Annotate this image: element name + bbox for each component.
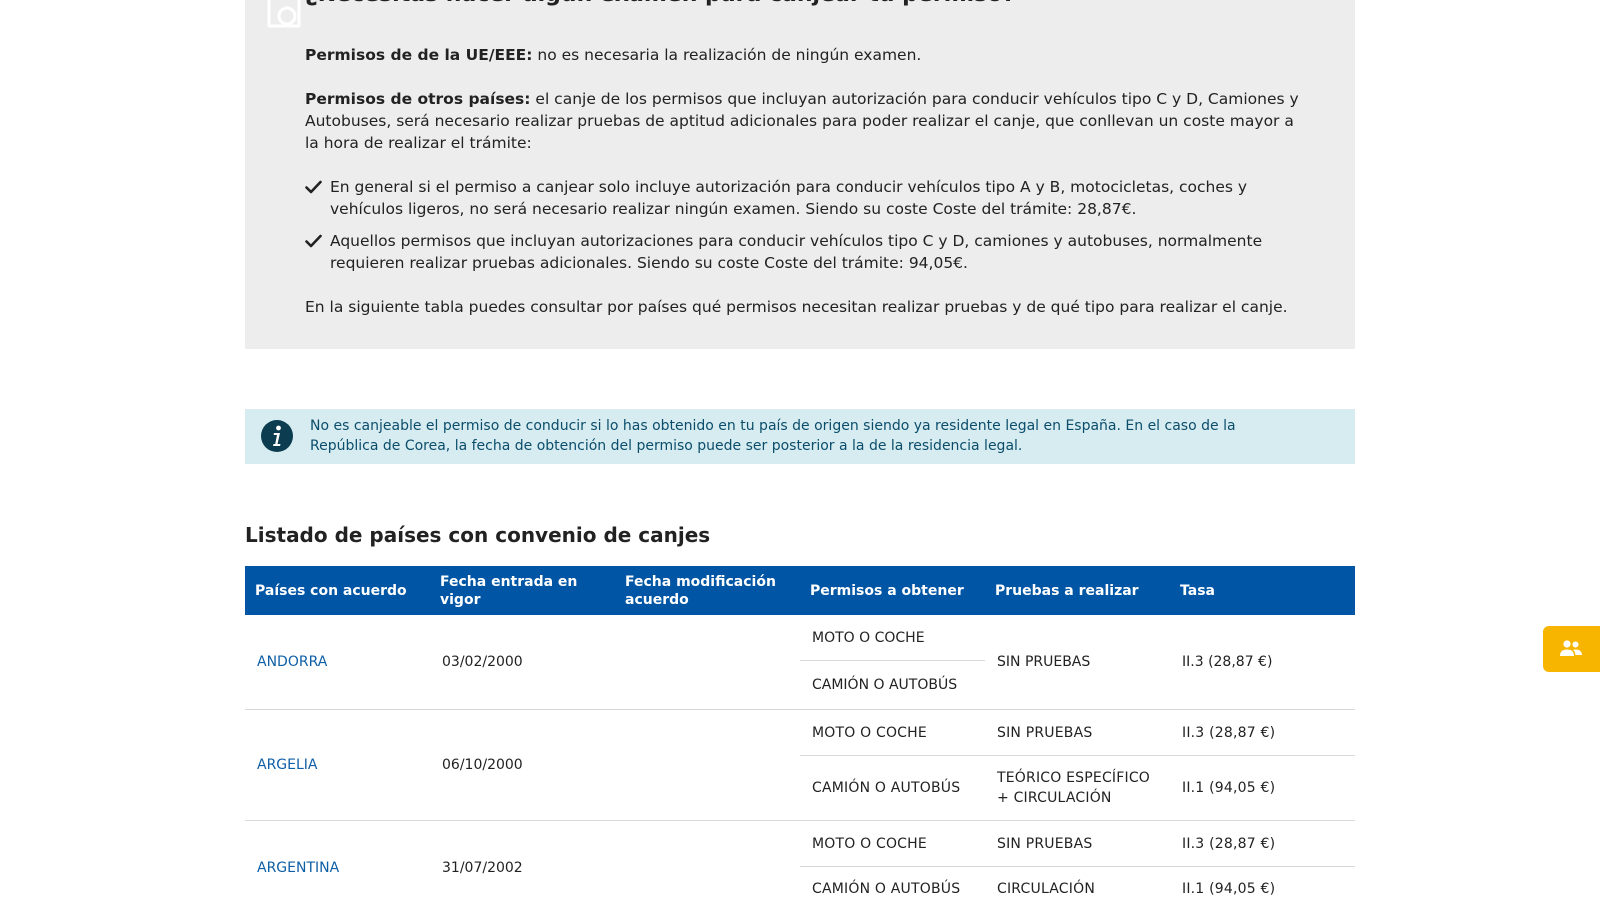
permit-cell: MOTO O COCHE (812, 835, 927, 852)
table-intro-paragraph: En la siguiente tabla puedes consultar p… (305, 298, 1288, 316)
fee-cell: II.1 (94,05 €) (1182, 779, 1276, 796)
info-icon (261, 420, 293, 452)
date-in-force-cell: 03/02/2000 (442, 654, 523, 670)
fee-cell: II.3 (28,87 €) (1182, 835, 1276, 852)
fee-cell: II.3 (28,87 €) (1182, 654, 1273, 670)
fee-cell: II.3 (28,87 €) (1182, 724, 1276, 741)
country-cell: ANDORRA (245, 615, 430, 709)
permit-cell: MOTO O COCHE (800, 615, 985, 661)
other-permits-label: Permisos de otros países: (305, 90, 531, 108)
date-modified-cell (615, 615, 800, 709)
floating-contact-tab[interactable] (1543, 626, 1600, 672)
eu-permits-label: Permisos de de la UE/EEE: (305, 46, 533, 64)
exam-conditions-list: En general si el permiso a canjear solo … (305, 176, 1305, 274)
exam-section: ¿Necesitas hacer algún examen para canje… (245, 0, 1355, 349)
country-cell: ARGELIA (245, 710, 430, 820)
header-countries: Países con acuerdo (255, 582, 407, 599)
country-link-argentina[interactable]: ARGENTINA (257, 858, 339, 878)
exam-section-title: ¿Necesitas hacer algún examen para canje… (305, 0, 1015, 9)
page: ¿Necesitas hacer algún examen para canje… (0, 0, 1600, 900)
permit-subrow: MOTO O COCHE SIN PRUEBAS II.3 (28,87 €) (800, 821, 1355, 866)
permits-group: MOTO O COCHE SIN PRUEBAS II.3 (28,87 €) … (800, 710, 1355, 820)
table-row: ARGENTINA 31/07/2002 MOTO O COCHE SIN PR… (245, 821, 1355, 900)
permit-cell: CAMIÓN O AUTOBÚS (812, 779, 961, 796)
permit-cell: CAMIÓN O AUTOBÚS (812, 881, 961, 897)
header-permits: Permisos a obtener (810, 582, 964, 599)
date-modified-cell (615, 821, 800, 900)
info-alert: No es canjeable el permiso de conducir s… (245, 409, 1355, 464)
country-link-andorra[interactable]: ANDORRA (257, 652, 327, 672)
permit-subrow: CAMIÓN O AUTOBÚS TEÓRICO ESPECÍFICO + CI… (800, 755, 1355, 819)
country-cell: ARGENTINA (245, 821, 430, 900)
tests-cell: CIRCULACIÓN (997, 881, 1096, 897)
tests-cell: SIN PRUEBAS (997, 835, 1093, 852)
list-item: En general si el permiso a canjear solo … (305, 176, 1305, 220)
country-table: Países con acuerdo Fecha entrada en vigo… (245, 566, 1355, 900)
other-permits-paragraph: Permisos de otros países: el canje de lo… (305, 88, 1305, 154)
permit-subrow: MOTO O COCHE SIN PRUEBAS II.3 (28,87 €) (800, 710, 1355, 755)
tests-cell: SIN PRUEBAS (997, 654, 1091, 670)
list-item-text: Aquellos permisos que incluyan autorizac… (330, 232, 1263, 272)
people-icon (1560, 640, 1582, 656)
check-icon (305, 234, 322, 248)
permit-cell: MOTO O COCHE (812, 724, 927, 741)
date-in-force-cell: 06/10/2000 (442, 757, 523, 773)
date-in-force-cell: 31/07/2002 (442, 860, 523, 876)
eu-permits-text: no es necesaria la realización de ningún… (532, 46, 922, 64)
table-row: ARGELIA 06/10/2000 MOTO O COCHE SIN PRUE… (245, 710, 1355, 821)
exam-section-content: Permisos de de la UE/EEE: no es necesari… (305, 44, 1305, 340)
tests-cell: TEÓRICO ESPECÍFICO + CIRCULACIÓN (997, 769, 1151, 806)
header-fee: Tasa (1180, 582, 1215, 599)
eu-permits-paragraph: Permisos de de la UE/EEE: no es necesari… (305, 44, 1305, 66)
header-tests: Pruebas a realizar (995, 582, 1139, 599)
list-item: Aquellos permisos que incluyan autorizac… (305, 230, 1305, 274)
permits-group: MOTO O COCHE SIN PRUEBAS II.3 (28,87 €) … (800, 821, 1355, 900)
permit-cell: CAMIÓN O AUTOBÚS (812, 676, 958, 693)
list-item-text: En general si el permiso a canjear solo … (330, 178, 1248, 218)
country-link-argelia[interactable]: ARGELIA (257, 755, 318, 775)
header-date-in-force: Fecha entrada en vigor (440, 573, 578, 608)
tests-cell: SIN PRUEBAS (997, 724, 1093, 741)
fee-cell: II.1 (94,05 €) (1182, 881, 1276, 897)
permit-subrow: CAMIÓN O AUTOBÚS CIRCULACIÓN II.1 (94,05… (800, 866, 1355, 900)
info-alert-text: No es canjeable el permiso de conducir s… (310, 418, 1236, 454)
check-icon (305, 180, 322, 194)
table-header: Países con acuerdo Fecha entrada en vigo… (245, 566, 1355, 615)
header-date-modified: Fecha modificación acuerdo (625, 573, 776, 608)
permits-group: MOTO O COCHE CAMIÓN O AUTOBÚS (800, 615, 985, 709)
document-icon (267, 0, 301, 28)
date-modified-cell (615, 710, 800, 820)
country-list-title: Listado de países con convenio de canjes (245, 523, 711, 547)
table-row: ANDORRA 03/02/2000 MOTO O COCHE CAMIÓN O… (245, 615, 1355, 710)
